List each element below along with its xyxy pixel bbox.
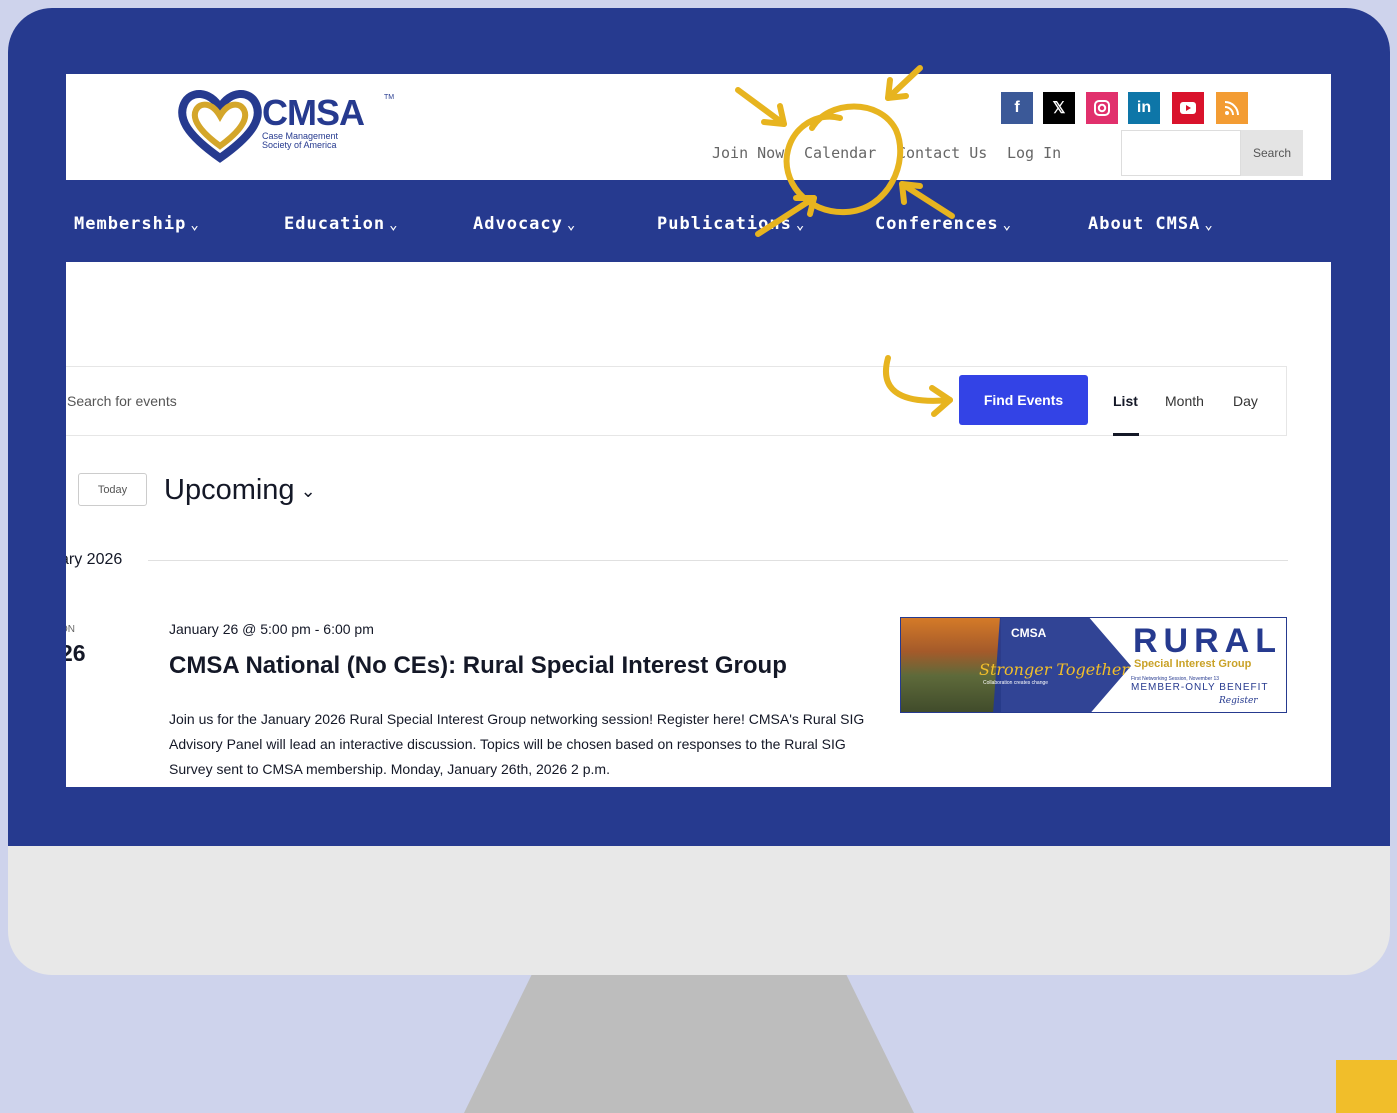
chevron-down-icon: ⌄ [300, 480, 316, 501]
events-search-input[interactable]: Search for events [67, 393, 177, 409]
image-tagline: Collaboration creates change [983, 680, 1049, 686]
heart-logo-icon [178, 90, 262, 163]
rss-icon[interactable] [1216, 92, 1248, 124]
month-separator-line [148, 560, 1288, 561]
monitor-stand [464, 975, 914, 1113]
today-button[interactable]: Today [78, 473, 147, 506]
nav-education[interactable]: Education ⌄ [284, 214, 399, 234]
image-register-text: Register [1219, 696, 1258, 706]
calendar-link[interactable]: Calendar [804, 144, 876, 162]
upcoming-dropdown[interactable]: Upcoming ⌄ [164, 474, 316, 507]
event-day-of-week: ON [66, 624, 75, 635]
linkedin-icon[interactable]: in [1128, 92, 1160, 124]
tab-list[interactable]: List [1113, 393, 1138, 409]
chevron-down-icon: ⌄ [566, 217, 577, 233]
nav-about[interactable]: About CMSA ⌄ [1088, 214, 1214, 234]
events-search-bar: Search for events [66, 366, 1287, 436]
event-datetime: January 26 @ 5:00 pm - 6:00 pm [169, 621, 374, 637]
chevron-down-icon: ⌄ [795, 217, 806, 233]
youtube-icon[interactable] [1172, 92, 1204, 124]
upcoming-label: Upcoming [164, 474, 295, 506]
month-separator-label: ary 2026 [66, 551, 123, 568]
chevron-down-icon: ⌄ [190, 217, 200, 233]
chevron-down-icon: ⌄ [1002, 217, 1013, 233]
image-cmsa-logo: CMSA [1011, 626, 1047, 640]
nav-conferences[interactable]: Conferences ⌄ [875, 214, 1012, 234]
event-featured-image[interactable]: CMSA Stronger Together Collaboration cre… [900, 617, 1287, 713]
nav-membership-label: Membership [74, 214, 187, 234]
image-script-text: Stronger Together [979, 660, 1130, 679]
cmsa-logo[interactable]: CMSA TM Case Management Society of Ameri… [176, 84, 394, 164]
nav-advocacy-label: Advocacy [473, 214, 563, 234]
nav-conferences-label: Conferences [875, 214, 999, 234]
image-sig-subtitle: Special Interest Group [1134, 658, 1252, 670]
logo-subtitle: Case Management Society of America [262, 132, 338, 150]
find-events-button[interactable]: Find Events [959, 375, 1088, 425]
join-now-link[interactable]: Join Now [712, 144, 784, 162]
site-header: CMSA TM Case Management Society of Ameri… [66, 74, 1331, 180]
logo-subtitle-line2: Society of America [262, 140, 337, 150]
tab-month[interactable]: Month [1165, 393, 1204, 409]
nav-education-label: Education [284, 214, 386, 234]
site-search-button[interactable]: Search [1241, 130, 1303, 176]
tab-day[interactable]: Day [1233, 393, 1258, 409]
image-member-benefit: MEMBER-ONLY BENEFIT [1131, 682, 1269, 693]
corner-accent-square [1336, 1060, 1397, 1113]
contact-us-link[interactable]: Contact Us [897, 144, 987, 162]
nav-publications-label: Publications [657, 214, 792, 234]
main-nav: Membership ⌄ Education ⌄ Advocacy ⌄ Publica… [66, 180, 1331, 262]
chevron-down-icon: ⌄ [1204, 217, 1214, 233]
active-tab-underline [1113, 433, 1139, 436]
event-description: Join us for the January 2026 Rural Speci… [169, 711, 865, 777]
nav-membership[interactable]: Membership ⌄ [74, 214, 200, 234]
event-title-link[interactable]: CMSA National (No CEs): Rural Special In… [169, 652, 787, 680]
logo-trademark: TM [384, 94, 395, 101]
x-icon[interactable]: 𝕏 [1043, 92, 1075, 124]
event-day-number: 26 [66, 640, 86, 666]
website-screen: CMSA TM Case Management Society of Ameri… [66, 74, 1331, 787]
nav-publications[interactable]: Publications ⌄ [657, 214, 805, 234]
instagram-icon[interactable] [1086, 92, 1118, 124]
log-in-link[interactable]: Log In [1007, 144, 1061, 162]
chevron-down-icon: ⌄ [389, 217, 399, 233]
logo-wordmark: CMSA [262, 92, 365, 133]
nav-advocacy[interactable]: Advocacy ⌄ [473, 214, 576, 234]
nav-about-label: About CMSA [1088, 214, 1201, 234]
facebook-icon[interactable]: f [1001, 92, 1033, 124]
site-search-input[interactable] [1121, 130, 1241, 176]
image-rural-heading: RURAL [1133, 622, 1282, 660]
